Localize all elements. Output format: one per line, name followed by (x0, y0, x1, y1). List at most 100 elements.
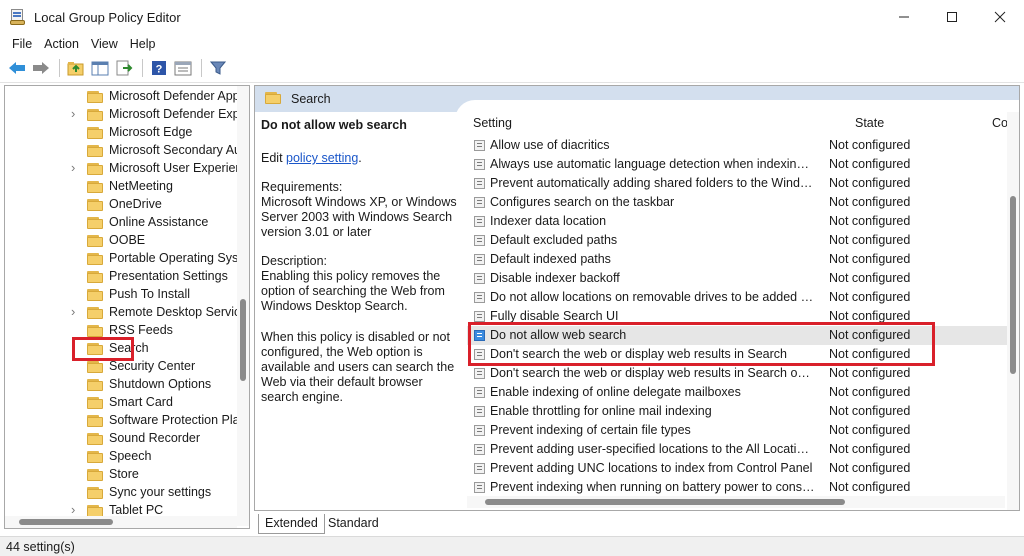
tree-node-label: Remote Desktop Services (109, 305, 237, 319)
setting-row[interactable]: Configures search on the taskbar Not conf… (467, 193, 1019, 212)
tab-standard[interactable]: Standard (322, 514, 385, 534)
tree-node[interactable]: › Remote Desktop Services (5, 304, 237, 322)
setting-row[interactable]: Enable throttling for online mail indexi… (467, 402, 1019, 421)
close-button[interactable] (976, 0, 1024, 34)
filter-icon (210, 61, 226, 75)
setting-state: Not configured (829, 176, 911, 190)
settings-vertical-scrollbar[interactable] (1007, 112, 1019, 510)
setting-row[interactable]: Prevent adding user-specified locations … (467, 440, 1019, 459)
expand-arrow-icon[interactable]: › (71, 502, 81, 517)
tree-node[interactable]: Microsoft Secondary Aut (5, 142, 237, 160)
tree-vertical-scroll-thumb[interactable] (240, 299, 246, 381)
svg-text:?: ? (156, 64, 163, 76)
column-header-setting[interactable]: Setting (473, 116, 512, 134)
tree-node-label: Speech (109, 449, 152, 463)
tree-node[interactable]: OneDrive (5, 196, 237, 214)
tree-node[interactable]: Shutdown Options (5, 376, 237, 394)
tree-node[interactable]: Push To Install (5, 286, 237, 304)
expand-arrow-icon[interactable]: › (71, 304, 81, 319)
expand-arrow-icon[interactable]: › (71, 106, 81, 121)
properties-button[interactable] (172, 57, 194, 79)
setting-state: Not configured (829, 290, 911, 304)
up-folder-button[interactable] (65, 57, 87, 79)
settings-horizontal-scrollbar[interactable] (467, 496, 1005, 508)
tree-node[interactable]: Online Assistance (5, 214, 237, 232)
edit-policy-setting-link[interactable]: policy setting (286, 151, 358, 165)
policy-setting-icon (474, 463, 485, 474)
setting-row[interactable]: Disable indexer backoff Not configured (467, 269, 1019, 288)
setting-row[interactable]: Don't search the web or display web resu… (467, 364, 1019, 383)
filter-button[interactable] (207, 57, 229, 79)
show-hide-tree-button[interactable] (89, 57, 111, 79)
setting-name: Configures search on the taskbar (490, 195, 675, 209)
setting-state: Not configured (829, 423, 911, 437)
tree-pane[interactable]: Microsoft Defender Appl › Microsoft Defend… (4, 85, 250, 529)
tree-list: Microsoft Defender Appl › Microsoft Defend… (5, 88, 237, 520)
menu-help[interactable]: Help (124, 37, 162, 51)
setting-row[interactable]: Enable indexing of online delegate mailb… (467, 383, 1019, 402)
setting-row[interactable]: Prevent indexing of certain file types No… (467, 421, 1019, 440)
requirements-label: Requirements: (261, 180, 343, 194)
tree-horizontal-scroll-thumb[interactable] (19, 519, 113, 525)
column-header-state[interactable]: State (855, 116, 884, 134)
tree-node[interactable]: Microsoft Edge (5, 124, 237, 142)
setting-row[interactable]: Allow use of diacritics Not configured (467, 136, 1019, 155)
policy-setting-icon (474, 292, 485, 303)
setting-row[interactable]: Always use automatic language detection … (467, 155, 1019, 174)
tree-vertical-scrollbar[interactable] (237, 86, 249, 526)
setting-row[interactable]: Prevent automatically adding shared fold… (467, 174, 1019, 193)
folder-icon (87, 271, 103, 283)
folder-icon (87, 469, 103, 481)
view-tabs: Extended Standard (256, 512, 656, 534)
tab-extended[interactable]: Extended (258, 514, 325, 534)
details-header-title: Search (291, 92, 331, 106)
show-hide-tree-icon (91, 61, 109, 76)
tree-node[interactable]: Presentation Settings (5, 268, 237, 286)
export-list-button[interactable] (113, 57, 135, 79)
tree-node[interactable]: Portable Operating Syste (5, 250, 237, 268)
menu-action[interactable]: Action (38, 37, 85, 51)
setting-row[interactable]: Do not allow locations on removable driv… (467, 288, 1019, 307)
forward-button[interactable] (30, 57, 52, 79)
toolbar-separator (59, 59, 60, 77)
help-button[interactable]: ? (148, 57, 170, 79)
tree-node[interactable]: Software Protection Platf (5, 412, 237, 430)
tree-node[interactable]: › Microsoft Defender Explo (5, 106, 237, 124)
folder-icon (87, 235, 103, 247)
tree-node[interactable]: Store (5, 466, 237, 484)
status-setting-count: 44 setting(s) (6, 540, 75, 554)
setting-name: Disable indexer backoff (490, 271, 620, 285)
maximize-button[interactable] (928, 0, 976, 34)
column-header-comment[interactable]: Co (992, 116, 1008, 134)
setting-row[interactable]: Indexer data location Not configured (467, 212, 1019, 231)
folder-icon (87, 451, 103, 463)
tree-node[interactable]: Microsoft Defender Appl (5, 88, 237, 106)
tree-node[interactable]: OOBE (5, 232, 237, 250)
setting-row[interactable]: Prevent indexing when running on battery… (467, 478, 1019, 497)
expand-arrow-icon[interactable]: › (71, 160, 81, 175)
settings-horizontal-scroll-thumb[interactable] (485, 499, 845, 505)
tree-node[interactable]: Smart Card (5, 394, 237, 412)
tree-node-label: Online Assistance (109, 215, 209, 229)
status-bar: 44 setting(s) (0, 536, 1024, 556)
setting-row[interactable]: Default excluded paths Not configured (467, 231, 1019, 250)
tree-node[interactable]: NetMeeting (5, 178, 237, 196)
toolbar: ? (0, 56, 1024, 80)
tree-node[interactable]: › Microsoft User Experienc (5, 160, 237, 178)
folder-icon (87, 307, 103, 319)
up-folder-icon (67, 62, 84, 76)
tree-node[interactable]: Sync your settings (5, 484, 237, 502)
tree-node[interactable]: Speech (5, 448, 237, 466)
setting-state: Not configured (829, 385, 911, 399)
tree-horizontal-scrollbar[interactable] (5, 516, 237, 528)
tree-node[interactable]: Sound Recorder (5, 430, 237, 448)
settings-vertical-scroll-thumb[interactable] (1010, 196, 1016, 374)
menu-file[interactable]: File (6, 37, 38, 51)
menu-view[interactable]: View (85, 37, 124, 51)
setting-row[interactable]: Prevent adding UNC locations to index fr… (467, 459, 1019, 478)
back-button[interactable] (6, 57, 28, 79)
tree-node-label: Shutdown Options (109, 377, 212, 391)
setting-row[interactable]: Default indexed paths Not configured (467, 250, 1019, 269)
minimize-button[interactable] (880, 0, 928, 34)
tree-node-label: Microsoft Edge (109, 125, 193, 139)
